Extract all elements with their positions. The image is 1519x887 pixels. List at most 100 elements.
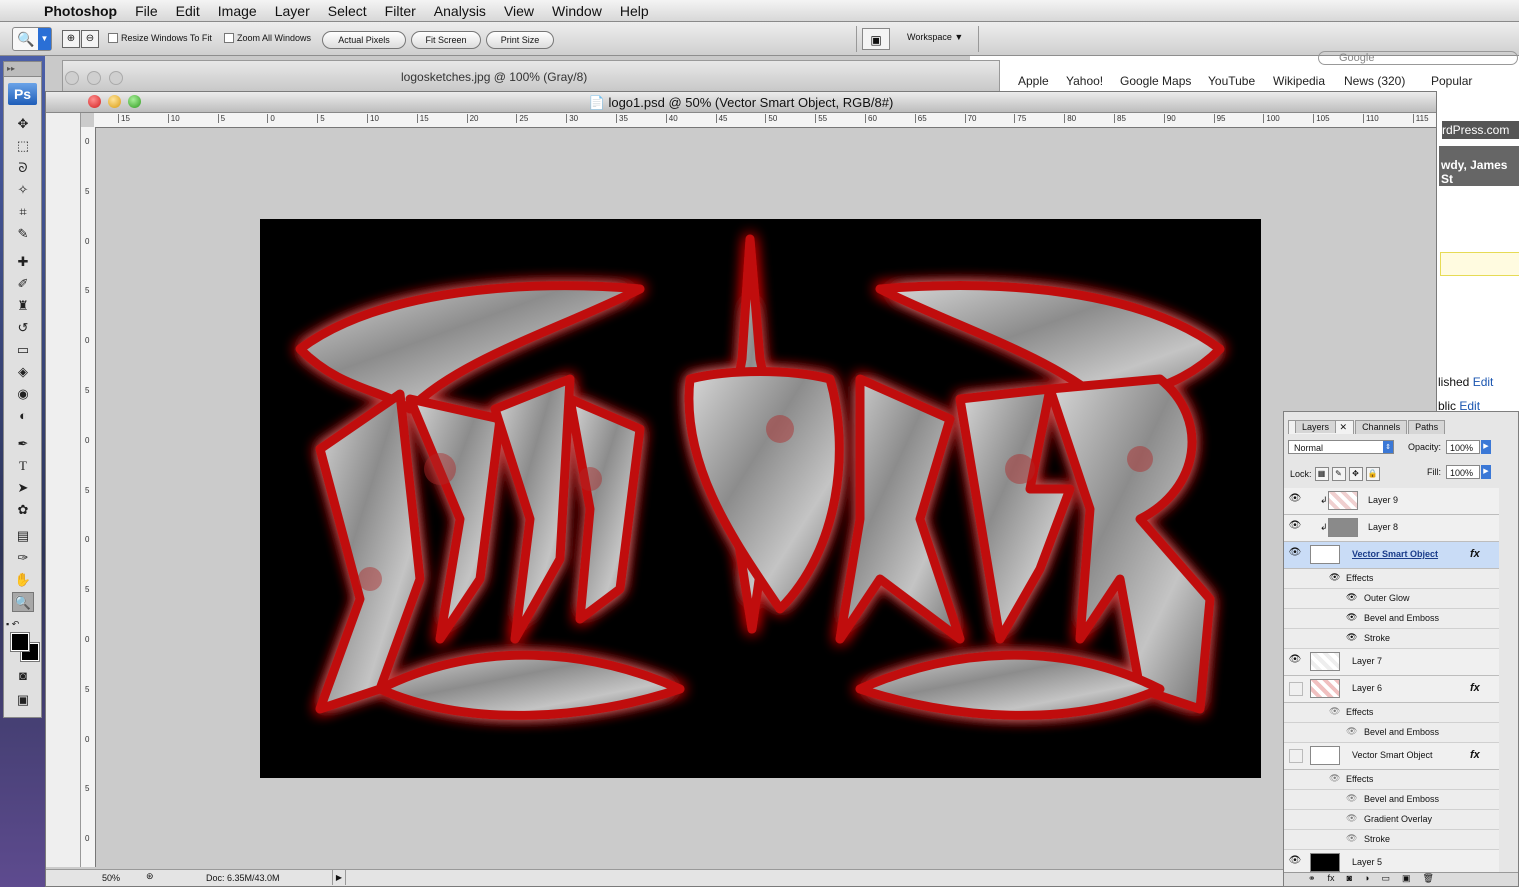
close-icon[interactable] <box>65 71 79 85</box>
fx-icon[interactable]: fx <box>1470 682 1480 694</box>
layer-row[interactable]: 👁 ↲ Layer 8 <box>1284 515 1499 542</box>
wp-edit-link[interactable]: Edit <box>1473 375 1494 389</box>
paint-bucket-icon[interactable]: ◈ <box>12 362 34 382</box>
visibility-eye-icon[interactable]: 👁 <box>1287 855 1303 869</box>
path-selection-icon[interactable]: ➤ <box>12 478 34 498</box>
layer-row[interactable]: 👁 ↲ Layer 9 <box>1284 488 1499 515</box>
bookmark-google-maps[interactable]: Google Maps <box>1120 74 1191 88</box>
menu-filter[interactable]: Filter <box>385 3 416 19</box>
effect-row[interactable]: 👁 Outer Glow <box>1284 589 1499 609</box>
lock-position-icon[interactable]: ✥ <box>1348 467 1363 481</box>
browser-search-input[interactable]: Google <box>1318 51 1518 65</box>
hand-tool-icon[interactable]: ✋ <box>12 570 34 590</box>
tab-paths[interactable]: Paths <box>1408 420 1446 434</box>
tab-layers[interactable]: Layers ✕ <box>1288 420 1355 434</box>
bookmark-apple[interactable]: Apple <box>1018 74 1049 88</box>
effect-eye-icon[interactable]: 👁 <box>1346 793 1357 804</box>
horizontal-ruler[interactable]: 15 10 5 0 5 10 15 20 25 30 35 40 45 50 55 60 65 70 75 80 85 9… <box>94 113 1436 128</box>
back-document-window[interactable]: logosketches.jpg @ 100% (Gray/8) <box>62 60 1000 92</box>
effect-eye-icon[interactable]: 👁 <box>1346 726 1357 737</box>
effect-eye-icon[interactable]: 👁 <box>1346 632 1357 643</box>
eyedropper-2-icon[interactable]: ✑ <box>12 548 34 568</box>
visibility-eye-icon[interactable]: 👁 <box>1287 654 1303 668</box>
zoom-level[interactable]: 50% <box>102 873 120 883</box>
layer-row[interactable]: Layer 6 fx <box>1284 676 1499 703</box>
visibility-eye-icon[interactable]: 👁 <box>1287 520 1303 534</box>
default-colors-icon[interactable]: ▪ ↶ <box>6 614 36 634</box>
zoom-in-icon[interactable]: ⊕ <box>62 30 80 48</box>
marquee-tool-icon[interactable]: ⬚ <box>12 136 34 156</box>
effect-row[interactable]: 👁 Gradient Overlay <box>1284 810 1499 830</box>
crop-tool-icon[interactable]: ⌗ <box>12 202 34 222</box>
lock-pixels-icon[interactable]: ✎ <box>1331 467 1346 481</box>
menu-analysis[interactable]: Analysis <box>434 3 486 19</box>
bookmark-popular[interactable]: Popular <box>1431 74 1472 88</box>
visibility-toggle-empty[interactable] <box>1289 749 1303 763</box>
eraser-icon[interactable]: ▭ <box>12 340 34 360</box>
layer-row[interactable]: 👁 Layer 7 <box>1284 649 1499 676</box>
menu-app-name[interactable]: Photoshop <box>44 3 117 19</box>
effect-row[interactable]: 👁 Stroke <box>1284 830 1499 850</box>
effects-row[interactable]: 👁 Effects <box>1284 569 1499 589</box>
zoom-out-icon[interactable]: ⊖ <box>81 30 99 48</box>
effect-eye-icon[interactable]: 👁 <box>1329 706 1340 717</box>
bookmark-wikipedia[interactable]: Wikipedia <box>1273 74 1325 88</box>
dodge-tool-icon[interactable]: ◐ <box>12 406 34 426</box>
adjustment-layer-icon[interactable]: ◑ <box>1364 873 1369 886</box>
checkbox-box[interactable] <box>224 33 234 43</box>
bridge-icon[interactable]: ▣ <box>862 28 890 50</box>
toolbox-grip[interactable]: ▸▸ <box>4 62 41 77</box>
document-titlebar[interactable]: 📄 logo1.psd @ 50% (Vector Smart Object, … <box>46 92 1436 113</box>
fx-icon[interactable]: fx <box>1470 749 1480 761</box>
magic-wand-icon[interactable]: ✧ <box>12 180 34 200</box>
zoom-icon[interactable] <box>109 71 123 85</box>
actual-pixels-button[interactable]: Actual Pixels <box>322 31 406 49</box>
bookmark-youtube[interactable]: YouTube <box>1208 74 1255 88</box>
eyedropper-icon[interactable]: ✎ <box>12 224 34 244</box>
lock-all-icon[interactable]: 🔒 <box>1365 467 1380 481</box>
menu-image[interactable]: Image <box>218 3 257 19</box>
menu-edit[interactable]: Edit <box>176 3 200 19</box>
effect-row[interactable]: 👁 Bevel and Emboss <box>1284 790 1499 810</box>
tool-preset-picker[interactable]: 🔍 ▼ <box>12 27 52 51</box>
layer-row-selected[interactable]: 👁 Vector Smart Object fx <box>1284 542 1499 569</box>
zoom-tool-icon[interactable]: 🔍 <box>12 592 34 612</box>
status-menu-arrow-icon[interactable]: ▶ <box>332 870 346 885</box>
image-canvas[interactable] <box>260 219 1261 778</box>
bookmark-yahoo[interactable]: Yahoo! <box>1066 74 1103 88</box>
menu-select[interactable]: Select <box>328 3 367 19</box>
fill-input[interactable]: 100% <box>1446 465 1480 479</box>
blur-tool-icon[interactable]: ◉ <box>12 384 34 404</box>
blend-mode-select[interactable]: Normal ⇕ <box>1288 440 1394 454</box>
brush-tool-icon[interactable]: ✐ <box>12 274 34 294</box>
add-mask-icon[interactable]: ◙ <box>1347 873 1352 886</box>
effect-eye-icon[interactable]: 👁 <box>1329 773 1340 784</box>
quick-mask-icon[interactable]: ◙ <box>12 666 34 686</box>
clone-stamp-icon[interactable]: ♜ <box>12 296 34 316</box>
effect-row[interactable]: 👁 Stroke <box>1284 629 1499 649</box>
visibility-toggle-empty[interactable] <box>1289 682 1303 696</box>
effect-row[interactable]: 👁 Bevel and Emboss <box>1284 723 1499 743</box>
lock-transparency-icon[interactable]: ▦ <box>1314 467 1329 481</box>
link-layers-icon[interactable]: ⚭ <box>1308 873 1316 886</box>
delete-layer-icon[interactable]: 🗑 <box>1422 873 1433 886</box>
menu-window[interactable]: Window <box>552 3 602 19</box>
effects-row[interactable]: 👁 Effects <box>1284 703 1499 723</box>
effect-eye-icon[interactable]: 👁 <box>1329 572 1340 583</box>
menu-file[interactable]: File <box>135 3 158 19</box>
visibility-eye-icon[interactable]: 👁 <box>1287 547 1303 561</box>
effect-eye-icon[interactable]: 👁 <box>1346 612 1357 623</box>
print-size-button[interactable]: Print Size <box>486 31 554 49</box>
add-style-icon[interactable]: fx <box>1328 873 1335 886</box>
chevron-down-icon[interactable]: ▼ <box>38 28 51 50</box>
minimize-icon[interactable] <box>87 71 101 85</box>
opacity-arrow-icon[interactable]: ▶ <box>1481 440 1491 454</box>
lasso-tool-icon[interactable]: ᘐ <box>12 158 34 178</box>
effect-eye-icon[interactable]: 👁 <box>1346 592 1357 603</box>
vertical-ruler[interactable]: 0 5 0 5 0 5 0 5 0 5 0 5 0 5 0 <box>81 127 96 867</box>
tab-channels[interactable]: Channels <box>1355 420 1408 434</box>
effects-row[interactable]: 👁 Effects <box>1284 770 1499 790</box>
fill-arrow-icon[interactable]: ▶ <box>1481 465 1491 479</box>
opacity-input[interactable]: 100% <box>1446 440 1480 454</box>
menu-view[interactable]: View <box>504 3 534 19</box>
